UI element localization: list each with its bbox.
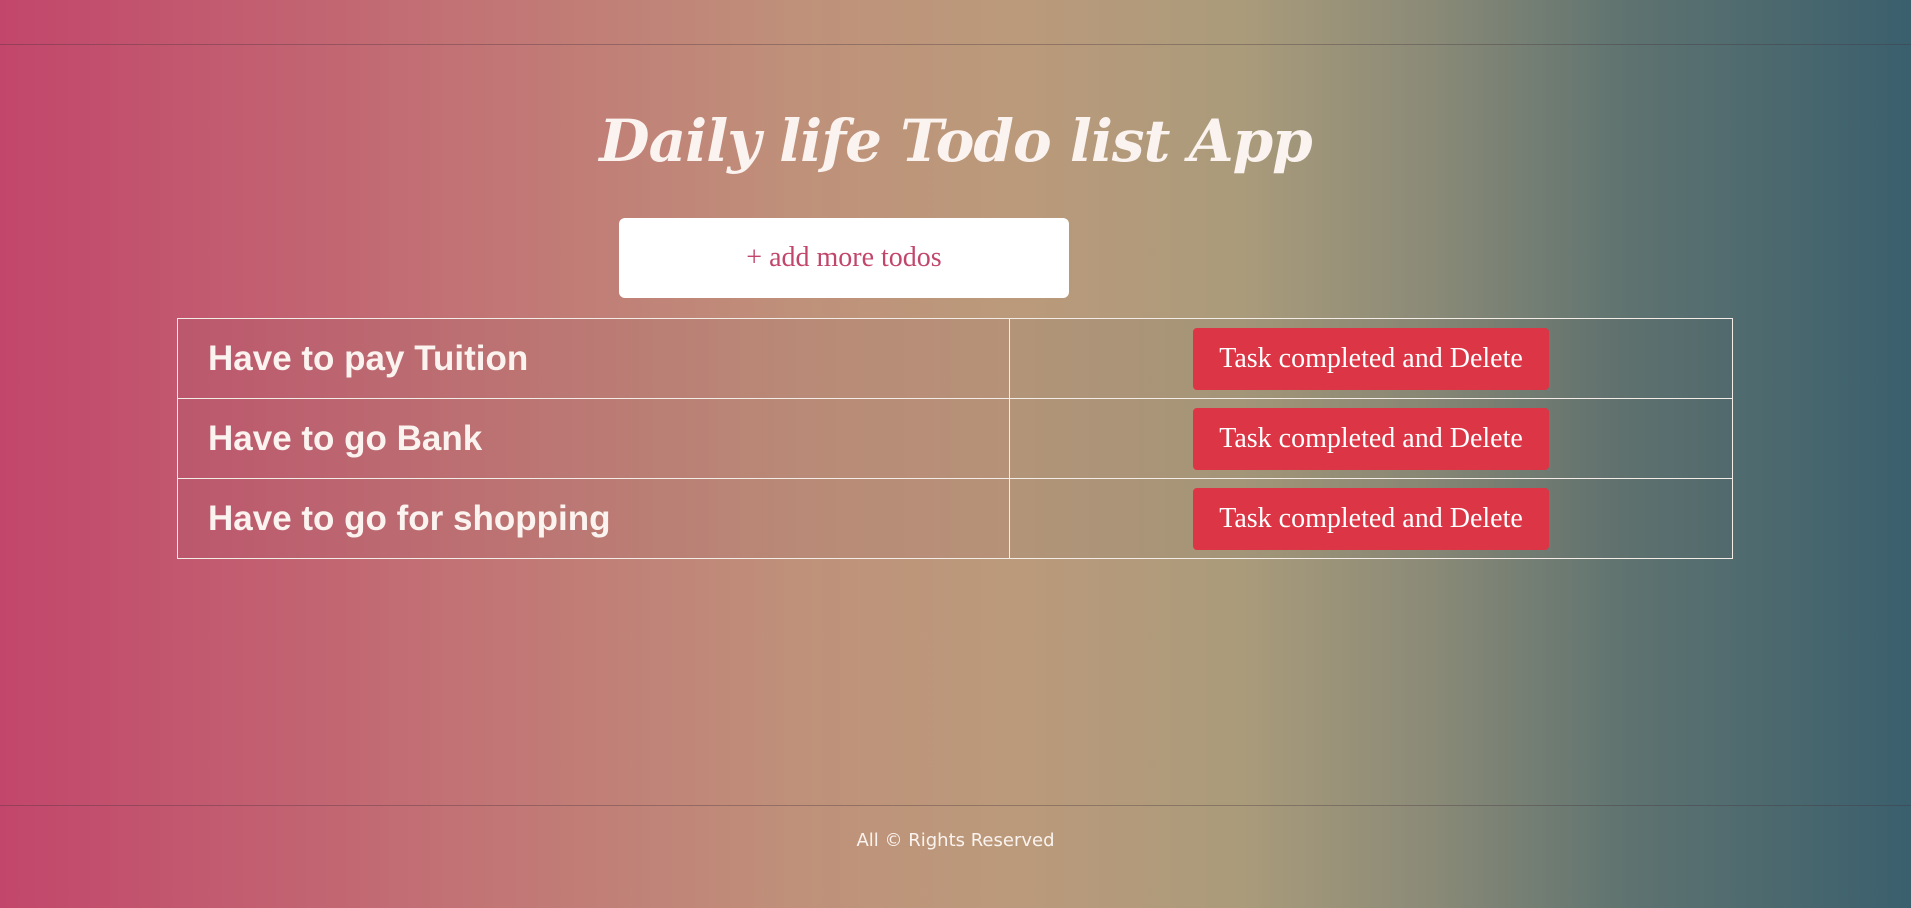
todo-table: Have to pay Tuition Task completed and D… (177, 318, 1733, 559)
todo-action-cell: Task completed and Delete (1009, 478, 1733, 559)
todo-text: Have to go Bank (177, 398, 1010, 479)
complete-delete-button[interactable]: Task completed and Delete (1193, 487, 1549, 550)
todo-text: Have to pay Tuition (177, 318, 1010, 399)
complete-delete-button[interactable]: Task completed and Delete (1193, 407, 1549, 470)
todo-text: Have to go for shopping (177, 478, 1010, 559)
footer-copyright: All © Rights Reserved (856, 830, 1055, 851)
page-title: Daily life Todo list App (599, 107, 1312, 175)
table-row: Have to pay Tuition Task completed and D… (177, 318, 1733, 399)
footer-divider (0, 805, 1911, 806)
complete-delete-button[interactable]: Task completed and Delete (1193, 327, 1549, 390)
add-todo-button[interactable]: + add more todos (619, 218, 1069, 298)
header-divider (0, 44, 1911, 45)
todo-action-cell: Task completed and Delete (1009, 318, 1733, 399)
table-row: Have to go for shopping Task completed a… (177, 478, 1733, 559)
todo-action-cell: Task completed and Delete (1009, 398, 1733, 479)
table-row: Have to go Bank Task completed and Delet… (177, 398, 1733, 479)
